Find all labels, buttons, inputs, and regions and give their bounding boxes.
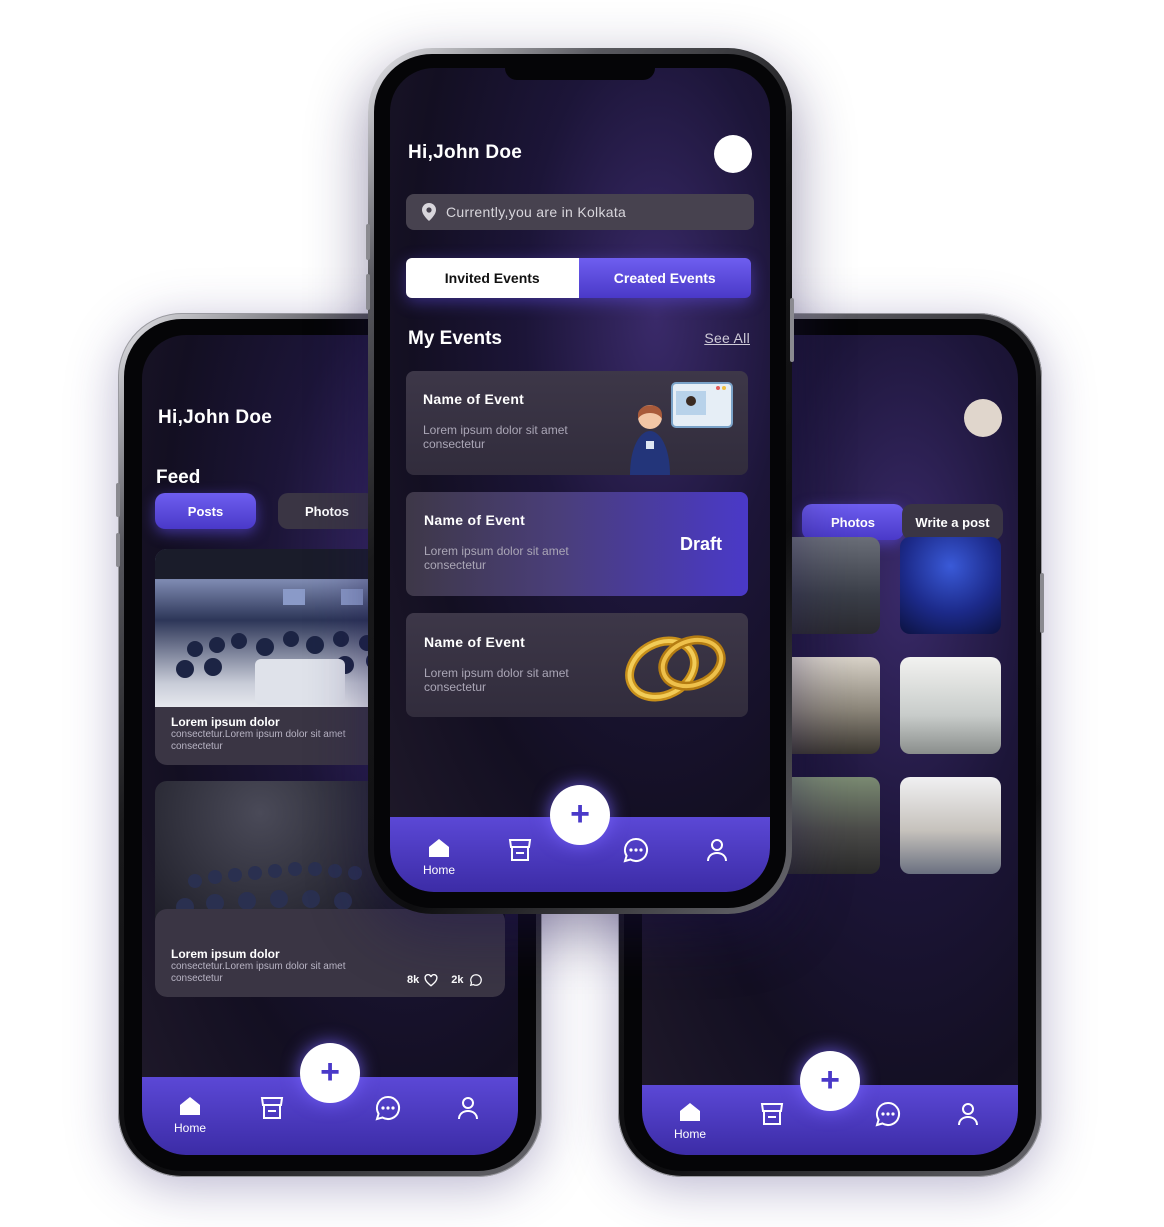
nav-home[interactable]: Home — [419, 837, 459, 877]
home-icon — [429, 839, 449, 857]
event-title: Name of Event — [424, 634, 526, 650]
event-description: Lorem ipsum dolor sit amet consectetur — [424, 544, 569, 572]
store-icon — [760, 1103, 784, 1125]
heart-icon[interactable] — [424, 973, 438, 987]
add-button[interactable]: + — [550, 785, 610, 845]
avatar[interactable] — [714, 135, 752, 173]
greeting: Hi,John Doe — [158, 407, 273, 428]
add-button[interactable]: + — [300, 1043, 360, 1103]
nav-profile[interactable] — [948, 1101, 988, 1127]
nav-chat[interactable] — [868, 1101, 908, 1127]
event-card[interactable]: Name of Event Lorem ipsum dolor sit amet… — [406, 613, 748, 717]
home-icon — [680, 1103, 700, 1121]
event-card[interactable]: Name of Event Lorem ipsum dolor sit amet… — [406, 492, 748, 596]
nav-home-label: Home — [422, 863, 455, 877]
event-tabs: Invited Events Created Events — [406, 258, 751, 298]
nav-home[interactable]: Home — [170, 1095, 210, 1135]
photo-thumbnail[interactable] — [900, 657, 1001, 754]
nav-home-label: Home — [173, 1121, 206, 1135]
draft-badge: Draft — [679, 534, 722, 554]
nav-home-label: Home — [673, 1127, 706, 1141]
tab-photos[interactable]: Photos — [278, 493, 376, 529]
photo-thumbnail[interactable] — [778, 657, 880, 754]
post-body: consectetur.Lorem ipsum dolor sit amet c… — [171, 961, 346, 984]
bottom-nav: + Home — [142, 1043, 518, 1155]
event-card[interactable]: Name of Event Lorem ipsum dolor sit amet… — [406, 371, 748, 475]
comment-icon[interactable] — [469, 973, 483, 987]
location-bar[interactable]: Currently,you are in Kolkata — [406, 194, 754, 230]
tab-photos[interactable]: Photos — [802, 504, 904, 540]
photo-thumbnail[interactable] — [778, 537, 880, 634]
nav-profile[interactable] — [697, 837, 737, 863]
tab-posts[interactable]: Posts — [155, 493, 256, 529]
greeting: Hi,John Doe — [408, 142, 523, 163]
tab-invited-events[interactable]: Invited Events — [406, 258, 579, 298]
write-post-button[interactable]: Write a post — [902, 504, 1003, 540]
nav-store[interactable] — [252, 1095, 292, 1121]
store-icon — [260, 1097, 284, 1119]
add-button[interactable]: + — [800, 1051, 860, 1111]
feed-title: Feed — [156, 467, 201, 488]
nav-chat[interactable] — [616, 837, 656, 863]
photo-thumbnail[interactable] — [900, 537, 1001, 634]
profile-icon — [958, 1103, 978, 1126]
event-description: Lorem ipsum dolor sit amet consectetur — [423, 423, 568, 451]
post-title: Lorem ipsum dolor — [171, 715, 280, 729]
nav-home[interactable]: Home — [670, 1101, 710, 1141]
post-title: Lorem ipsum dolor — [171, 947, 280, 961]
photo-thumbnail[interactable] — [778, 777, 880, 874]
chat-icon — [875, 1101, 900, 1127]
post-body: consectetur.Lorem ipsum dolor sit amet c… — [171, 729, 346, 752]
avatar[interactable] — [964, 399, 1002, 437]
bottom-nav: + Home — [642, 1051, 1018, 1155]
see-all-link[interactable]: See All — [704, 330, 750, 346]
event-description: Lorem ipsum dolor sit amet consectetur — [424, 666, 569, 694]
nav-chat[interactable] — [368, 1095, 408, 1121]
photo-thumbnail[interactable] — [900, 777, 1001, 874]
my-events-title: My Events — [408, 328, 502, 349]
nav-store[interactable] — [752, 1101, 792, 1127]
location-pin-icon — [422, 203, 436, 221]
bottom-nav: + Home — [390, 785, 770, 892]
profile-icon — [458, 1097, 478, 1120]
phone-center: Hi,John Doe Currently,you are in Kolkata… — [366, 48, 794, 914]
comment-count: 2k — [451, 974, 464, 986]
event-title: Name of Event — [423, 391, 525, 407]
plus-icon: + — [320, 1052, 340, 1091]
nav-store[interactable] — [500, 837, 540, 863]
nav-profile[interactable] — [448, 1095, 488, 1121]
store-icon — [508, 839, 532, 861]
plus-icon: + — [570, 794, 590, 833]
profile-icon — [707, 839, 727, 862]
presenter-illustration — [630, 382, 733, 475]
location-text: Currently,you are in Kolkata — [446, 204, 627, 220]
home-icon — [180, 1097, 200, 1115]
events-screen: Hi,John Doe Currently,you are in Kolkata… — [390, 68, 770, 892]
tab-created-events[interactable]: Created Events — [578, 258, 751, 298]
rings-illustration — [625, 635, 726, 702]
chat-icon — [623, 837, 648, 863]
event-title: Name of Event — [424, 512, 526, 528]
plus-icon: + — [820, 1060, 840, 1099]
like-count: 8k — [407, 974, 420, 986]
chat-icon — [375, 1095, 400, 1121]
